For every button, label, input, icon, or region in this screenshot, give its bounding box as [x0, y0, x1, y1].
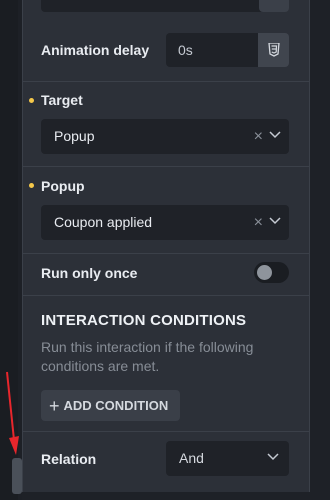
target-select[interactable]: Popup × [41, 119, 289, 154]
divider [23, 295, 309, 296]
popup-select-value: Coupon applied [54, 214, 153, 230]
bottom-strip [22, 492, 310, 500]
clear-icon[interactable]: × [254, 205, 263, 240]
required-indicator [29, 98, 34, 103]
clear-icon[interactable]: × [254, 119, 263, 154]
plus-icon: + [49, 395, 60, 416]
divider [23, 253, 309, 254]
animation-delay-label: Animation delay [41, 42, 150, 58]
interaction-conditions-description: Run this interaction if the following co… [41, 339, 254, 374]
target-select-value: Popup [54, 128, 95, 144]
css3-icon [267, 43, 280, 57]
run-only-once-toggle[interactable] [254, 262, 289, 283]
chevron-down-icon [269, 217, 281, 225]
animation-delay-input[interactable]: 0s [166, 33, 258, 67]
required-indicator [29, 183, 34, 188]
collapse-handle[interactable] [12, 458, 22, 494]
relation-label: Relation [41, 451, 97, 467]
previous-field[interactable] [41, 0, 271, 12]
chevron-down-icon [269, 131, 281, 139]
divider [23, 431, 309, 432]
relation-select-value: And [179, 450, 204, 466]
add-condition-label: ADD CONDITION [63, 398, 169, 413]
divider [23, 81, 309, 82]
interaction-settings-panel: Animation delay 0s Target Popup × Popup … [22, 0, 310, 492]
popup-select[interactable]: Coupon applied × [41, 205, 289, 240]
target-label: Target [41, 92, 83, 108]
right-gutter [309, 0, 330, 500]
relation-select[interactable]: And [166, 441, 289, 476]
left-gutter [0, 0, 18, 500]
previous-field-button[interactable] [259, 0, 289, 12]
run-only-once-label: Run only once [41, 265, 138, 281]
divider [23, 166, 309, 167]
interaction-conditions-title: INTERACTION CONDITIONS [41, 312, 247, 329]
css-unit-button[interactable] [258, 33, 289, 67]
add-condition-button[interactable]: + ADD CONDITION [41, 390, 180, 421]
toggle-knob [257, 265, 272, 280]
popup-label: Popup [41, 178, 85, 194]
chevron-down-icon [267, 453, 279, 461]
